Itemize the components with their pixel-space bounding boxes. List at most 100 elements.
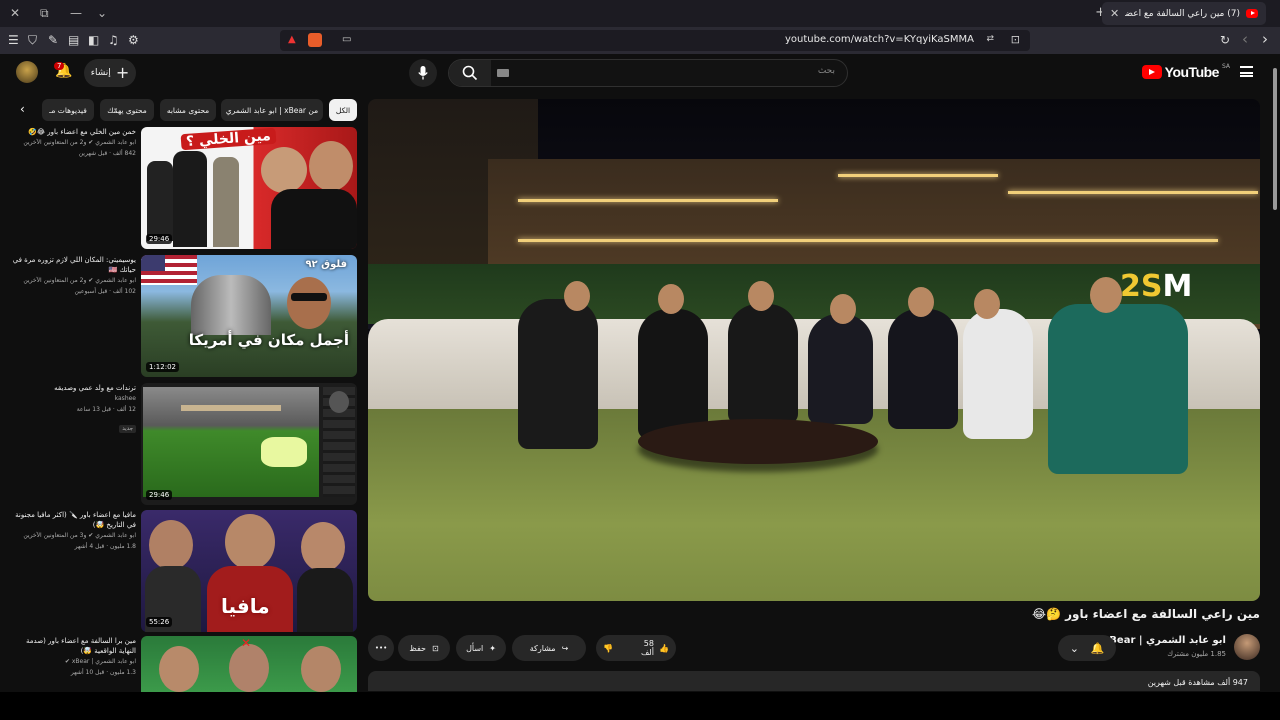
- thumbnail-text: مافيا: [221, 594, 270, 618]
- picture-in-picture-icon[interactable]: ▭: [342, 34, 351, 45]
- youtube-logo-icon: [1141, 65, 1162, 79]
- share-button[interactable]: ↪ مشاركة: [512, 635, 586, 661]
- minimize-window-icon[interactable]: —: [70, 6, 82, 20]
- save-button[interactable]: ⊡ حفظ: [398, 635, 450, 661]
- video-stats: 102 ألف · قبل أسبوعين: [74, 288, 136, 295]
- thumbnail-text: مين الخلي ؟: [180, 127, 277, 151]
- url-text[interactable]: youtube.com/watch?v=KYqyiKaSMMA: [785, 34, 974, 45]
- video-thumbnail[interactable]: مافيا 55:26: [141, 510, 357, 632]
- reload-icon[interactable]: ↻: [1220, 33, 1230, 47]
- views-and-date: 947 ألف مشاهدة قبل شهرين: [1147, 678, 1248, 687]
- video-stats: 1.3 مليون · قبل 10 أشهر: [70, 669, 136, 676]
- save-icon: ⊡: [431, 643, 439, 653]
- forward-icon[interactable]: ‹: [1242, 30, 1248, 48]
- chevron-down-icon: ⌄: [1069, 641, 1079, 655]
- description-box[interactable]: 947 ألف مشاهدة قبل شهرين: [368, 671, 1260, 691]
- recommendation-item[interactable]: ✕ مين برا السالفة مع اعضاء باور (صدمة ال…: [0, 636, 360, 692]
- voice-search-button[interactable]: [409, 59, 437, 87]
- music-icon[interactable]: ♫: [108, 33, 119, 47]
- ask-button[interactable]: ✦ اسأل: [456, 635, 506, 661]
- keyboard-icon[interactable]: [497, 69, 509, 77]
- video-title[interactable]: ترندات مع ولد عمي وصديقه: [8, 383, 136, 393]
- chip-for-you[interactable]: محتوى يهمّك: [100, 99, 154, 121]
- restore-window-icon[interactable]: ⧉: [40, 6, 49, 21]
- youtube-favicon-icon: [1246, 9, 1258, 18]
- recommendation-item[interactable]: 29:46 ترندات مع ولد عمي وصديقه kashee 12…: [0, 383, 360, 507]
- video-channel[interactable]: ابو عابد الشمري ✔ و2 من المتعاونين الآخر…: [8, 275, 136, 286]
- video-thumbnail[interactable]: فلوق ٩٢ أجمل مكان في أمريكا 1:12:02: [141, 255, 357, 377]
- search-button[interactable]: [449, 60, 491, 86]
- search-input[interactable]: بحث: [818, 66, 835, 76]
- plus-icon: +: [115, 63, 130, 82]
- subscribed-button[interactable]: ⌄ 🔔: [1058, 635, 1116, 661]
- related-chips-bar: ‹ الكل من xBear | ابو عابد الشمري محتوى …: [14, 99, 358, 121]
- video-thumbnail[interactable]: مين الخلي ؟ 29:46: [141, 127, 357, 249]
- video-channel[interactable]: ابو عابد الشمري ✔ و3 من المتعاونين الآخر…: [8, 530, 136, 541]
- create-button[interactable]: + إنشاء: [84, 59, 136, 87]
- share-label: مشاركة: [529, 643, 556, 653]
- more-icon: •••: [374, 644, 388, 652]
- sidebar-icon[interactable]: ◧: [88, 33, 99, 47]
- video-stats: 12 ألف · قبل 13 ساعة: [76, 406, 136, 413]
- video-title: مين راعي السالفة مع اعضاء باور 🤔😂: [1031, 607, 1260, 621]
- chip-from-channel[interactable]: من xBear | ابو عابد الشمري: [221, 99, 323, 121]
- thumbs-down-icon: 👎: [603, 643, 614, 653]
- search-box[interactable]: بحث: [448, 59, 848, 87]
- video-thumbnail[interactable]: ✕: [141, 636, 357, 692]
- video-duration: 55:26: [146, 617, 173, 627]
- reader-icon[interactable]: ▤: [68, 33, 79, 47]
- like-dislike-group: 👍 58 ألف 👎: [596, 635, 676, 661]
- pin-icon[interactable]: ✎: [48, 33, 58, 47]
- tab-list-dropdown-icon[interactable]: ⌄: [97, 6, 107, 20]
- more-actions-button[interactable]: •••: [368, 635, 394, 661]
- thumbnail-badge-text: فلوق ٩٢: [305, 259, 347, 270]
- channel-name-text: ابو عابد الشمري | xBear: [1102, 635, 1226, 646]
- video-title[interactable]: مافيا مع اعضاء باور 🔪 (اكثر مافيا مجنونة…: [8, 510, 136, 530]
- logo-region: SA: [1221, 62, 1230, 70]
- back-icon[interactable]: ›: [1262, 30, 1268, 48]
- chip-more-videos[interactable]: فيديوهات مـ: [42, 99, 94, 121]
- video-thumbnail[interactable]: 29:46: [141, 383, 357, 505]
- taskbar-strip: [0, 692, 1280, 720]
- video-duration: 1:12:02: [146, 362, 179, 372]
- video-channel[interactable]: ابو عابد الشمري ✔ و2 من المتعاونين الآخر…: [8, 137, 136, 148]
- channel-avatar[interactable]: [1234, 634, 1260, 660]
- video-player[interactable]: 2SM: [368, 99, 1260, 601]
- browser-tab-youtube[interactable]: (7) مين راعي السالفة مع اعضاء ✕: [1102, 2, 1266, 25]
- menu-icon[interactable]: ☰: [8, 33, 19, 47]
- chip-all[interactable]: الكل: [329, 99, 357, 121]
- chip-similar[interactable]: محتوى مشابه: [160, 99, 216, 121]
- video-actions-row: ابو عابد الشمري | xBear ✔ 1.85 مليون مشت…: [368, 633, 1260, 663]
- close-window-icon[interactable]: ✕: [10, 6, 20, 20]
- video-channel[interactable]: kashee: [8, 393, 136, 404]
- recommendation-item[interactable]: مافيا 55:26 مافيا مع اعضاء باور 🔪 (اكثر …: [0, 510, 360, 634]
- create-label: إنشاء: [90, 68, 111, 78]
- tab-close-icon[interactable]: ✕: [1110, 7, 1119, 20]
- shield-icon[interactable]: ⛉: [28, 33, 37, 48]
- microphone-icon: [418, 66, 428, 80]
- like-button[interactable]: 👍 58 ألف: [633, 639, 677, 657]
- logo-text: YouTube: [1164, 64, 1220, 80]
- shields-icon[interactable]: [308, 33, 322, 47]
- site-settings-icon[interactable]: ⇄: [986, 34, 994, 44]
- brave-icon[interactable]: ▲: [288, 34, 296, 45]
- bookmark-icon[interactable]: ⊡: [1011, 33, 1020, 46]
- video-title[interactable]: مين برا السالفة مع اعضاء باور (صدمة النه…: [8, 636, 136, 656]
- video-channel[interactable]: ابو عابد الشمري | xBear ✔: [8, 656, 136, 667]
- dislike-button[interactable]: 👎: [595, 644, 621, 653]
- search-icon: [462, 65, 478, 81]
- extensions-icon[interactable]: ⚙: [128, 33, 139, 47]
- recommendation-item[interactable]: مين الخلي ؟ 29:46 خمن مين الخلي مع اعضاء…: [0, 127, 360, 251]
- share-icon: ↪: [561, 643, 569, 653]
- recommendation-item[interactable]: فلوق ٩٢ أجمل مكان في أمريكا 1:12:02 يوسي…: [0, 255, 360, 379]
- page-scrollbar-thumb[interactable]: [1273, 68, 1277, 210]
- video-duration: 29:46: [146, 490, 173, 500]
- thumbs-up-icon: 👍: [658, 643, 669, 653]
- video-title[interactable]: يوسيميتي: المكان اللي لازم تزوره مرة في …: [8, 255, 136, 275]
- account-avatar[interactable]: [16, 61, 38, 83]
- video-title[interactable]: خمن مين الخلي مع اعضاء باور 😂🤣: [8, 127, 136, 137]
- url-bar[interactable]: ▲ ▭ youtube.com/watch?v=KYqyiKaSMMA ⇄ ⊡: [280, 30, 1030, 51]
- guide-menu-icon[interactable]: [1240, 66, 1253, 77]
- chips-scroll-left-icon[interactable]: ‹: [20, 102, 25, 116]
- youtube-logo[interactable]: YouTube SA: [1141, 62, 1230, 80]
